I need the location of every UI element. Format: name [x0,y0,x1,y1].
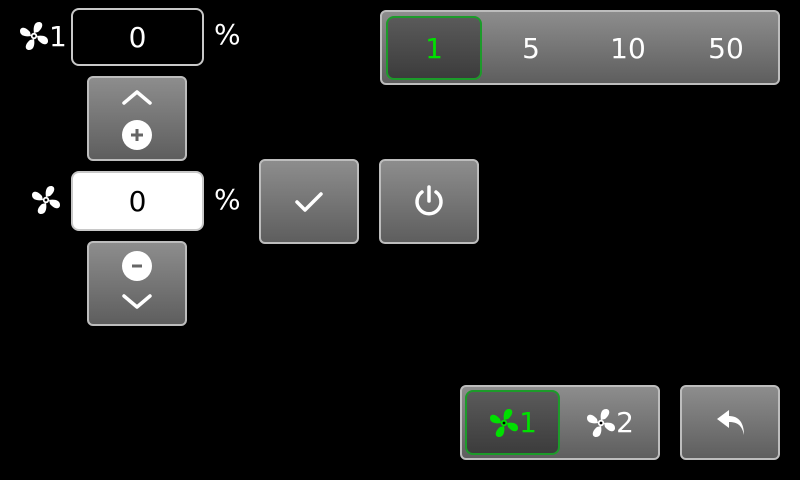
step-option-50[interactable]: 50 [678,16,774,80]
power-icon [415,185,443,216]
fan-icon [30,184,62,216]
plus-circle-icon [122,120,152,150]
step-selector: 1 5 10 50 [380,10,780,85]
chevron-down-icon [122,294,152,309]
fan1-value: 0 [128,20,147,54]
step-option-1[interactable]: 1 [386,16,482,80]
fan1-unit: % [214,18,241,51]
fan-speed-value: 0 [128,184,147,218]
confirm-button[interactable] [259,159,359,244]
fan-icon [585,407,617,439]
fan1-label: 1 [18,18,67,54]
increase-button[interactable] [87,76,187,161]
decrease-button[interactable] [87,241,187,326]
fan-icon [488,407,520,439]
fan-icon [18,20,50,52]
power-button[interactable] [379,159,479,244]
step-option-5[interactable]: 5 [483,16,579,80]
minus-circle-icon [122,251,152,281]
check-icon [295,192,323,212]
fan-tab-2[interactable]: 2 [562,390,657,455]
chevron-up-icon [122,90,152,105]
fan1-number: 1 [49,19,67,53]
undo-arrow-icon [717,410,744,435]
fan-speed-unit: % [214,183,241,216]
back-button[interactable] [680,385,780,460]
fan1-value-display: 0 [71,8,204,66]
fan-tab-1[interactable]: 1 [465,390,560,455]
fan-selector: 1 2 [460,385,660,460]
step-option-10[interactable]: 10 [580,16,676,80]
fan-speed-input[interactable]: 0 [71,171,204,231]
